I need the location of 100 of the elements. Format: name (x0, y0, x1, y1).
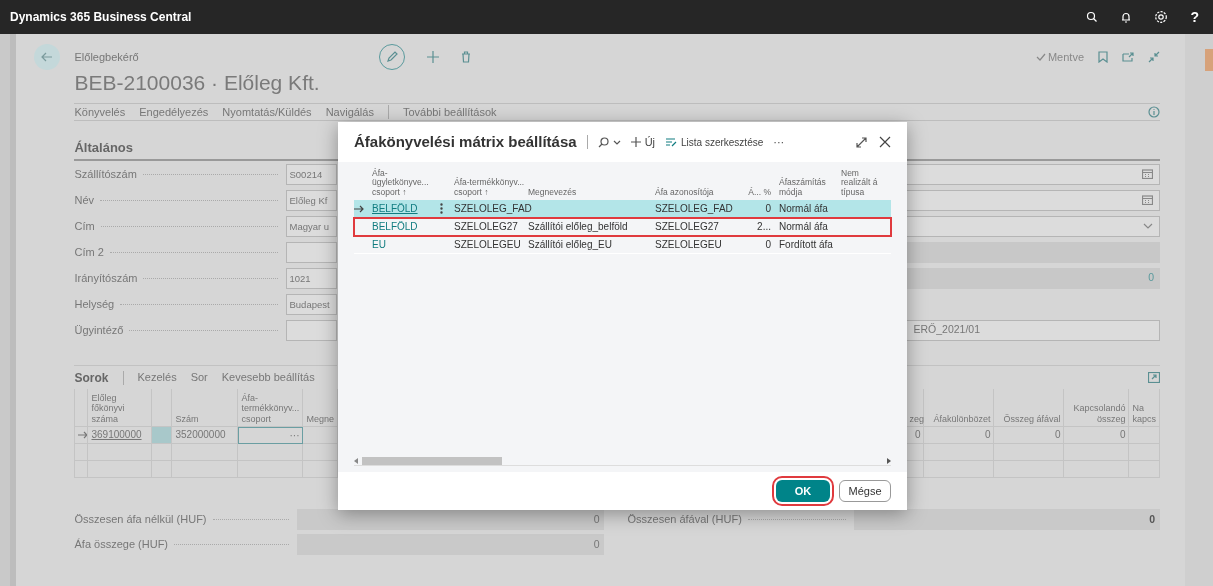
new-button[interactable]: Új (630, 133, 655, 151)
table-cell-text: SZELOLEGEU (454, 238, 522, 252)
table-cell: 0 (1064, 427, 1130, 444)
table-cell (238, 444, 304, 461)
section-heading: Általános (74, 121, 338, 161)
table-cell[interactable]: BELFÖLD (372, 219, 440, 234)
table-row[interactable]: BELFÖLD SZELOLEG_FAD SZELOLEG_FAD 0 Normál áfa (354, 200, 891, 218)
settings-icon[interactable] (1154, 10, 1169, 24)
open-new-window-icon[interactable] (1122, 52, 1134, 62)
column-header: Összeg áfával (994, 389, 1065, 427)
scroll-right-icon[interactable] (887, 457, 891, 464)
bookmark-icon[interactable] (1098, 51, 1108, 63)
column-header: Á... % (747, 186, 771, 200)
row-arrow-icon (78, 431, 88, 439)
calendar-icon[interactable] (1142, 195, 1153, 205)
row-marker (152, 427, 173, 444)
readonly-field: 0 (297, 509, 605, 530)
table-row[interactable]: EU SZELOLEGEU Szállítói előleg_EU SZELOLEGEU 0 Fordított áfa (354, 236, 891, 254)
date-field[interactable] (906, 163, 1160, 185)
table-cell: 0 (994, 427, 1065, 444)
column-header: Áfa-termékkönyv... csoport (238, 389, 304, 427)
table-cell (172, 444, 239, 461)
chevron-down-icon (1143, 223, 1153, 229)
edit-list-icon (665, 137, 677, 147)
input-field[interactable]: S00214 (286, 163, 338, 185)
check-icon (1035, 53, 1046, 61)
calendar-icon[interactable] (1142, 169, 1153, 179)
table-cell-text: Szállítói előleg_belföld (528, 220, 629, 234)
lookup-button[interactable]: ··· (289, 428, 300, 443)
input-field[interactable] (286, 241, 338, 263)
table-cell-text: Fordított áfa (779, 238, 834, 252)
field-value: 0 (1148, 270, 1154, 286)
table-cell[interactable]: EU (372, 237, 440, 252)
input-field[interactable]: Előleg Kf (286, 189, 338, 211)
action-tab[interactable]: Engedélyezés (139, 103, 209, 121)
scrollbar[interactable] (354, 456, 891, 465)
table-cell[interactable]: BELFÖLD (372, 201, 440, 216)
field-label: Áfa összege (HUF) (74, 537, 168, 553)
action-tab[interactable]: Nyomtatás/Küldés (222, 103, 312, 121)
column-header: Áfa-termékkönyv... csoport ↑ (454, 176, 526, 200)
column-header: Nem realizált á típusa (841, 166, 879, 200)
column-header: Megnevezés (528, 186, 578, 200)
close-icon[interactable] (879, 136, 891, 148)
table-cell-text: Szállítói előleg_EU (528, 238, 613, 252)
table-cell: 0 (924, 427, 995, 444)
back-arrow-icon (41, 52, 54, 62)
input-field[interactable]: Magyar u (286, 215, 338, 237)
search-icon[interactable] (1086, 11, 1099, 23)
readonly-field: 0 (854, 509, 1160, 530)
search-button[interactable] (597, 136, 621, 148)
section-heading: Sorok (74, 369, 109, 387)
input-field[interactable]: 1021 (286, 267, 338, 289)
table-cell-text: SZELOLEG_FAD (655, 202, 734, 216)
more-vertical-icon[interactable] (440, 203, 443, 214)
action-tab[interactable]: További beállítások (402, 103, 497, 121)
help-button[interactable]: ? (1190, 6, 1199, 28)
field-label: Ügyintéző (74, 322, 124, 338)
scroll-left-icon[interactable] (354, 457, 358, 464)
edit-list-button[interactable]: Lista szerkesztése (665, 134, 764, 150)
table-cell-text: 2... (756, 220, 771, 234)
info-icon[interactable] (1148, 106, 1160, 118)
table-cell (152, 444, 173, 461)
readonly-field: 0 (297, 534, 605, 555)
field-label: Helység (74, 296, 115, 312)
trash-icon[interactable] (460, 51, 471, 63)
collapse-icon[interactable] (1148, 51, 1160, 63)
column-header: Áfa azonosítója (655, 186, 715, 200)
action-tab[interactable]: Navigálás (325, 103, 374, 121)
action-tab[interactable]: Kezelés (137, 369, 177, 386)
table-cell-text: SZELOLEGEU (655, 238, 723, 252)
input-field[interactable] (286, 319, 338, 341)
table-cell: 352000000 (172, 427, 239, 444)
more-button[interactable]: ··· (773, 133, 785, 151)
dialog-title: Áfakönyvelési mátrix beállítása (354, 131, 577, 152)
table-cell-text: 0 (764, 202, 771, 216)
page-title: BEB-2100036 · Előleg Kft. (73, 70, 321, 96)
field-label: Szállítószám (74, 166, 137, 182)
action-tab[interactable]: Kevesebb beállítás (221, 369, 315, 386)
field-label: Cím (74, 218, 95, 234)
plus-icon (630, 137, 641, 147)
table-cell-text: Normál áfa (779, 202, 829, 216)
dropdown-field[interactable] (906, 215, 1160, 237)
action-tab[interactable]: Sor (190, 369, 208, 386)
action-tab[interactable]: Könyvelés (74, 103, 126, 121)
row-arrow-icon (354, 204, 364, 213)
table-row[interactable]: BELFÖLD SZELOLEG27 Szállítói előleg_belföld SZELOLEG27 2... Normál áfa (354, 218, 891, 236)
field-label: Név (74, 192, 95, 208)
back-button[interactable] (34, 44, 61, 70)
column-header: Szám (172, 389, 239, 427)
search-icon (597, 136, 609, 148)
table-cell-text: SZELOLEG27 (454, 220, 519, 234)
input-field[interactable]: ERŐ_2021/01 (906, 319, 1160, 341)
input-field[interactable]: Budapest (286, 293, 338, 315)
cancel-button[interactable]: Mégse (839, 480, 891, 502)
bell-icon[interactable] (1120, 11, 1133, 23)
date-field[interactable] (906, 189, 1160, 211)
saved-status: Mentve (1047, 49, 1084, 65)
expand-icon[interactable] (856, 136, 867, 148)
column-header: Áfaszámítás módja (779, 176, 827, 200)
plus-icon[interactable] (426, 51, 439, 63)
